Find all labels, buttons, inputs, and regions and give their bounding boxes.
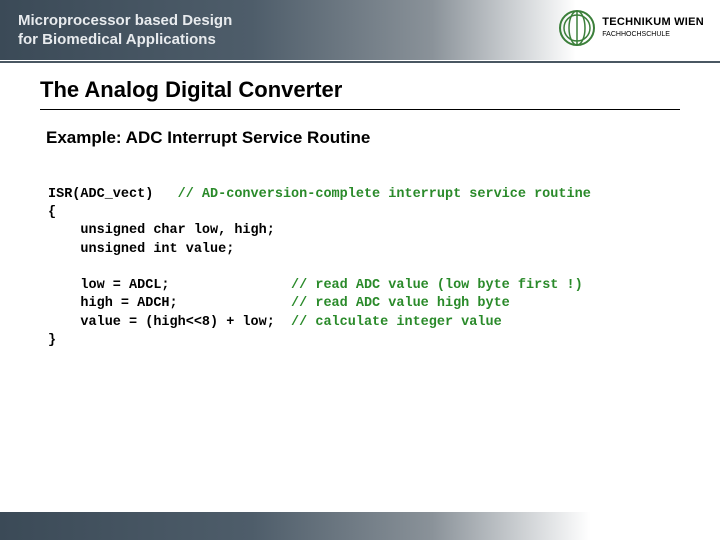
technikum-wien-logo-icon <box>558 9 596 47</box>
code-l7: value = (high<<8) + low; <box>48 315 291 330</box>
logo-line1: TECHNIKUM <box>602 16 671 28</box>
code-l6-comment: // read ADC value high byte <box>291 296 510 311</box>
header-title-line1: Microprocessor based Design <box>18 12 232 29</box>
slide-title: The Analog Digital Converter <box>40 77 680 103</box>
code-l1-comment: // AD-conversion-complete interrupt serv… <box>178 187 591 202</box>
header-title-line2: for Biomedical Applications <box>18 31 216 48</box>
slide-content: The Analog Digital Converter Example: AD… <box>0 63 720 360</box>
code-l7-comment: // calculate integer value <box>291 315 502 330</box>
header-logo: TECHNIKUM WIEN FACHHOCHSCHULE <box>558 9 704 47</box>
code-l5-comment: // read ADC value (low byte first !) <box>291 278 583 293</box>
code-l5: low = ADCL; <box>48 278 291 293</box>
code-l3: unsigned char low, high; <box>48 223 275 238</box>
code-l6: high = ADCH; <box>48 296 291 311</box>
logo-text: TECHNIKUM WIEN FACHHOCHSCHULE <box>602 17 704 39</box>
header-band: Microprocessor based Design for Biomedic… <box>0 0 720 60</box>
logo-line2: WIEN <box>674 16 704 28</box>
title-underline <box>40 109 680 110</box>
code-block: ISR(ADC_vect) // AD-conversion-complete … <box>48 186 680 350</box>
footer-band <box>0 512 720 540</box>
example-heading: Example: ADC Interrupt Service Routine <box>46 128 680 148</box>
code-l4: unsigned int value; <box>48 242 234 257</box>
code-l8: } <box>48 333 56 348</box>
code-l1: ISR(ADC_vect) <box>48 187 178 202</box>
header-title: Microprocessor based Design for Biomedic… <box>18 11 232 50</box>
logo-small: FACHHOCHSCHULE <box>602 31 670 38</box>
code-l2: { <box>48 205 56 220</box>
